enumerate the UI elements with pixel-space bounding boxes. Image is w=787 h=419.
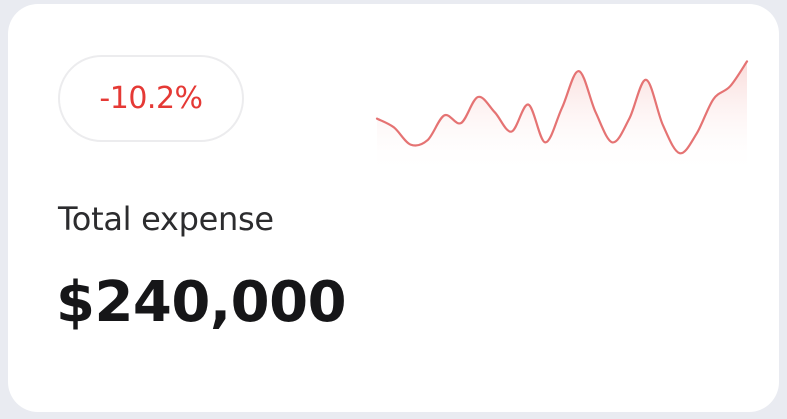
change-badge-value: -10.2%	[99, 81, 203, 116]
metric-amount: $240,000	[56, 270, 347, 335]
total-expense-card: -10.2% Total expense $240,000	[8, 4, 779, 412]
metric-label: Total expense	[58, 200, 274, 238]
sparkline-area	[377, 61, 747, 174]
sparkline-chart	[375, 60, 749, 174]
change-badge: -10.2%	[58, 55, 244, 142]
